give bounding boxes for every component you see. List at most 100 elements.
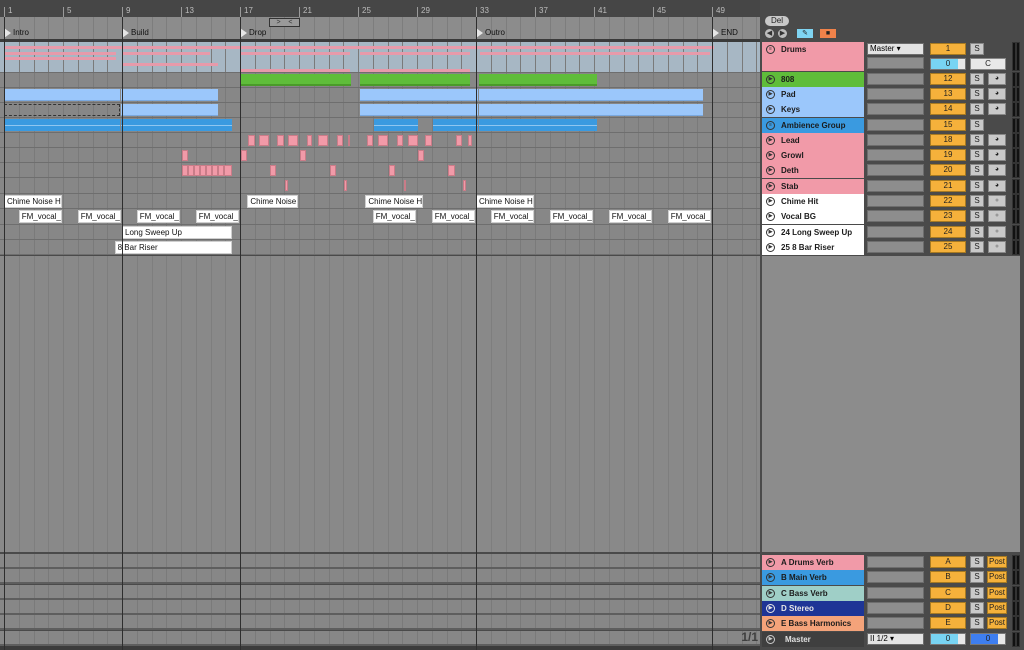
track-fold-icon[interactable]: ▶ bbox=[766, 212, 775, 221]
solo-button[interactable]: S bbox=[970, 103, 984, 115]
track-header-808[interactable]: ▶ 808 12 S ◕ bbox=[760, 72, 1024, 87]
monitor-icon[interactable]: ◕ bbox=[988, 149, 1006, 161]
track-name[interactable]: ▶ Growl bbox=[762, 148, 864, 163]
monitor-icon[interactable]: ◕ bbox=[988, 88, 1006, 100]
output-routing[interactable] bbox=[867, 586, 924, 599]
track-activator[interactable]: 24 bbox=[930, 226, 966, 238]
track-header-25-8-bar-riser[interactable]: ▶ 25 8 Bar Riser 25 S ● bbox=[760, 240, 1024, 255]
track-header-deth[interactable]: ▶ Deth 20 S ◕ bbox=[760, 163, 1024, 178]
solo-button[interactable]: S bbox=[970, 134, 984, 146]
solo-button[interactable]: S bbox=[970, 119, 984, 131]
clip-deth[interactable] bbox=[224, 165, 232, 176]
track-header-24-long-sweep-up[interactable]: ▶ 24 Long Sweep Up 24 S ● bbox=[760, 225, 1024, 240]
clip-fm-vocal[interactable]: FM_vocal_s bbox=[18, 210, 62, 223]
locator-triangle-icon[interactable] bbox=[240, 27, 247, 38]
track-fold-icon[interactable]: ▶ bbox=[766, 182, 775, 191]
track-activator[interactable]: 22 bbox=[930, 195, 966, 207]
track-activator[interactable]: 20 bbox=[930, 164, 966, 176]
track-activator[interactable]: 12 bbox=[930, 73, 966, 85]
track-fold-icon[interactable]: ▶ bbox=[766, 573, 775, 583]
track-activator[interactable]: 15 bbox=[930, 119, 966, 131]
master-output-routing[interactable]: II 1/2 ▾ bbox=[867, 632, 924, 645]
output-routing[interactable] bbox=[867, 119, 924, 131]
return-name[interactable]: ▶ E Bass Harmonics bbox=[762, 616, 864, 632]
clip-fm-vocal[interactable]: FM_vocal_s bbox=[667, 210, 711, 223]
clip-fm-vocal[interactable]: FM_vocal_s bbox=[195, 210, 239, 223]
track-lane[interactable] bbox=[0, 88, 760, 103]
track-lane[interactable] bbox=[0, 118, 760, 133]
pre-post-toggle[interactable]: Post bbox=[987, 586, 1007, 599]
clip-chime-noise[interactable]: Chime Noise H bbox=[365, 195, 424, 208]
track-fold-icon[interactable]: ▶ bbox=[766, 603, 775, 613]
track-lane[interactable] bbox=[0, 178, 760, 194]
clip-lead[interactable] bbox=[408, 135, 418, 146]
clip-lead[interactable] bbox=[288, 135, 298, 146]
track-fold-icon[interactable]: ▶ bbox=[766, 90, 775, 99]
solo-button[interactable]: S bbox=[970, 210, 984, 222]
track-name[interactable]: ≡ Drums bbox=[762, 42, 864, 71]
clip-deth[interactable] bbox=[389, 165, 395, 176]
solo-button[interactable]: S bbox=[970, 226, 984, 238]
track-fold-icon[interactable]: ▶ bbox=[766, 243, 775, 252]
output-routing[interactable] bbox=[867, 556, 924, 568]
track-name[interactable]: ▶ Lead bbox=[762, 133, 864, 148]
track-header-drums[interactable]: ≡ Drums Master ▾ 1 S 0 C bbox=[760, 42, 1024, 71]
clip-keys[interactable] bbox=[121, 104, 218, 116]
return-name[interactable]: ▶ A Drums Verb bbox=[762, 555, 864, 570]
track-fold-icon[interactable]: ▶ bbox=[766, 588, 775, 598]
solo-button[interactable]: S bbox=[970, 586, 984, 599]
pencil-icon[interactable]: ✎ bbox=[797, 29, 813, 38]
clip-deth[interactable] bbox=[330, 165, 336, 176]
clip-deth[interactable] bbox=[448, 165, 455, 176]
time-ruler[interactable] bbox=[0, 646, 760, 650]
return-lane[interactable] bbox=[0, 569, 760, 585]
empty-clip-slot[interactable] bbox=[4, 104, 120, 116]
track-lane[interactable] bbox=[0, 73, 760, 88]
clip-lead[interactable] bbox=[468, 135, 472, 146]
solo-button[interactable]: S bbox=[970, 601, 984, 614]
output-routing[interactable] bbox=[867, 571, 924, 584]
loop-brace[interactable]: > < bbox=[269, 18, 300, 27]
clip-stab[interactable] bbox=[285, 180, 288, 191]
track-lane[interactable] bbox=[0, 42, 760, 73]
master-name[interactable]: ▶ Master bbox=[762, 631, 864, 647]
clip-lead[interactable] bbox=[397, 135, 403, 146]
clip-pad[interactable] bbox=[597, 89, 703, 101]
track-lane[interactable] bbox=[0, 103, 760, 118]
track-lane[interactable] bbox=[0, 163, 760, 178]
monitor-icon[interactable]: ◕ bbox=[988, 164, 1006, 176]
return-name[interactable]: ▶ C Bass Verb bbox=[762, 585, 864, 601]
track-activator[interactable]: 23 bbox=[930, 210, 966, 222]
output-routing[interactable] bbox=[867, 210, 924, 222]
clip-fm-vocal[interactable]: FM_vocal_s bbox=[431, 210, 475, 223]
clip-fm-vocal[interactable]: FM_vocal_s bbox=[549, 210, 593, 223]
track-name[interactable]: ▶ Stab bbox=[762, 179, 864, 194]
track-name[interactable]: ▶ Vocal BG bbox=[762, 209, 864, 224]
track-header-keys[interactable]: ▶ Keys 14 S ◕ bbox=[760, 102, 1024, 117]
output-routing[interactable] bbox=[867, 617, 924, 630]
track-header-stab[interactable]: ▶ Stab 21 S ◕ bbox=[760, 179, 1024, 194]
solo-button[interactable]: S bbox=[970, 149, 984, 161]
monitor-icon[interactable]: ◕ bbox=[988, 180, 1006, 192]
group-fold-icon[interactable]: ≡ bbox=[766, 45, 775, 54]
return-header-e[interactable]: ▶ E Bass Harmonics E S Post bbox=[760, 616, 1024, 632]
return-name[interactable]: ▶ D Stereo bbox=[762, 600, 864, 616]
arm-button[interactable]: ● bbox=[988, 226, 1006, 238]
volume-field[interactable]: 0 bbox=[930, 58, 966, 70]
track-header-growl[interactable]: ▶ Growl 19 S ◕ bbox=[760, 148, 1024, 163]
monitor-icon[interactable]: ◕ bbox=[988, 103, 1006, 115]
clip-ambience[interactable] bbox=[479, 119, 597, 131]
track-fold-icon[interactable]: ▶ bbox=[766, 228, 775, 237]
solo-button[interactable]: S bbox=[970, 195, 984, 207]
solo-button[interactable]: S bbox=[970, 241, 984, 253]
clip-lead[interactable] bbox=[348, 135, 350, 146]
locator-triangle-icon[interactable] bbox=[122, 27, 129, 38]
clip-ambience[interactable] bbox=[433, 119, 478, 131]
clip-stab[interactable] bbox=[463, 180, 466, 191]
solo-button[interactable]: S bbox=[970, 556, 984, 568]
bar-ruler[interactable]: 1 5 9 13 17 21 25 29 33 37 41 45 49 bbox=[0, 0, 760, 17]
delete-button[interactable]: Del bbox=[765, 16, 789, 26]
arrow-right-icon[interactable]: ▶ bbox=[778, 29, 787, 38]
track-activator[interactable]: 1 bbox=[930, 43, 966, 55]
locator-outro[interactable]: Outro bbox=[476, 27, 505, 38]
